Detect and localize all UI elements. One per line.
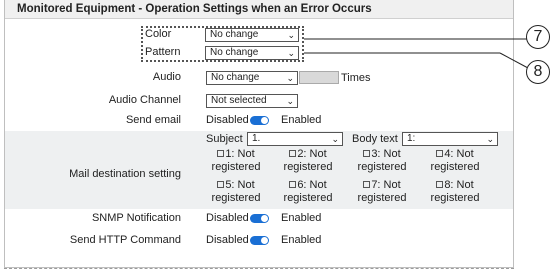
callout-8-leader-diag [499,52,529,69]
callout-8: 8 [526,60,550,84]
callout-leaders [304,38,529,69]
callout-7: 7 [526,25,550,49]
